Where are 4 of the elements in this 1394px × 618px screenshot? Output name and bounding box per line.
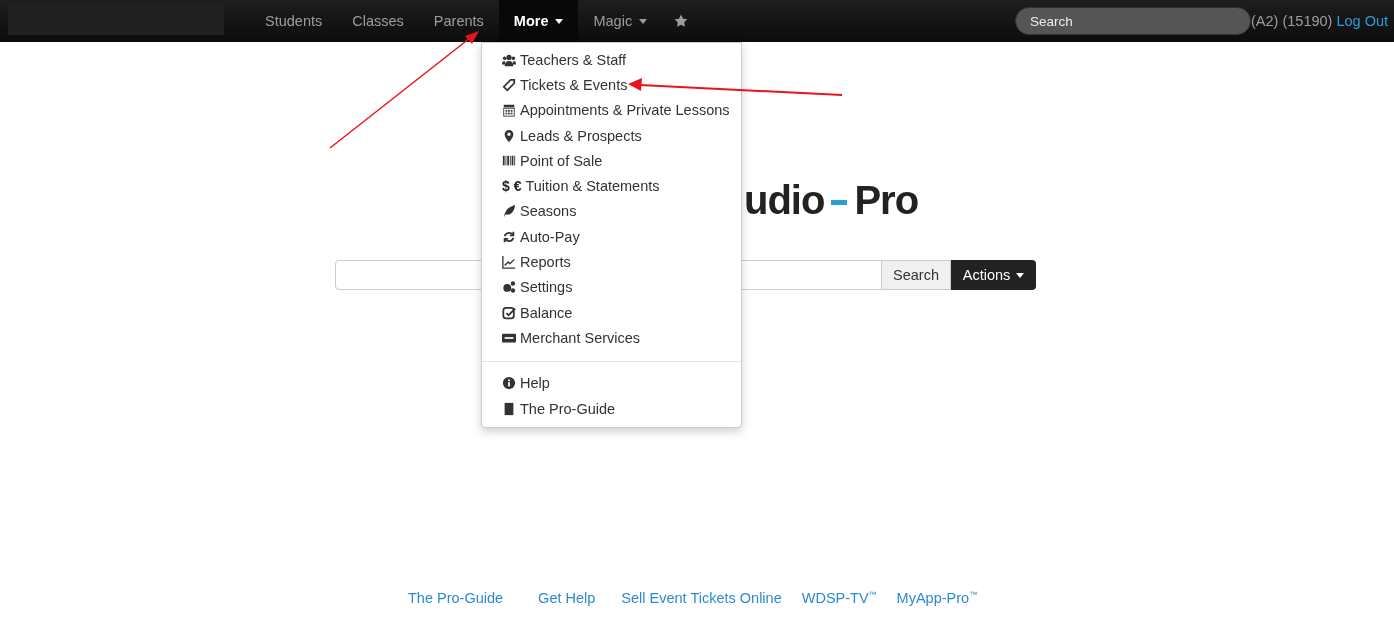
currency-icon: $ € [502, 178, 522, 195]
account-info: (A2) (15190) [1251, 13, 1333, 29]
logo-text: udio [744, 177, 825, 223]
logo-text: Pro [854, 177, 919, 223]
